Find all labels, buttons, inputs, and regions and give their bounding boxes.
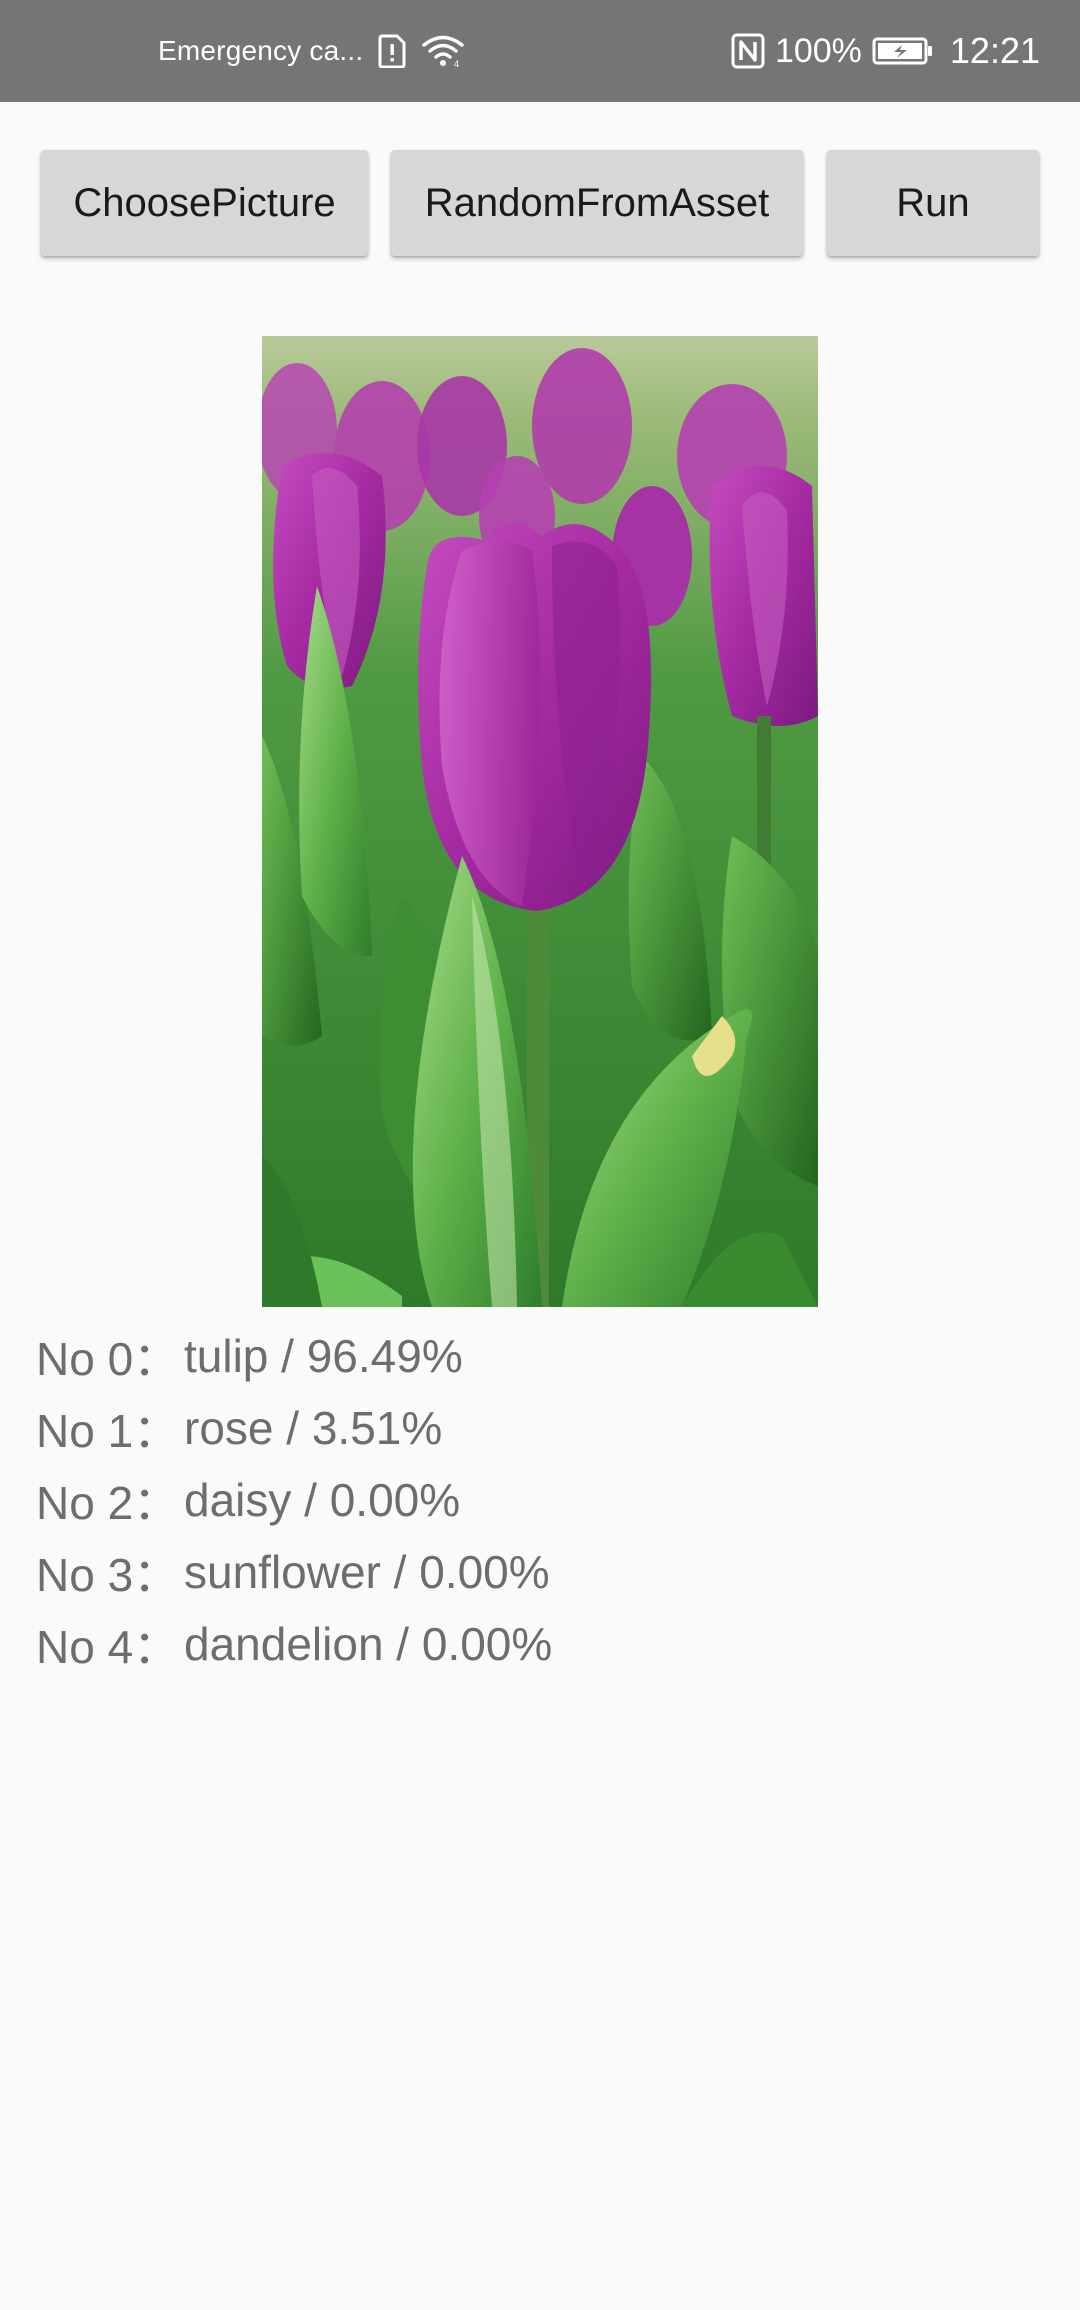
battery-percent: 100% — [774, 31, 862, 70]
battery-charging-icon — [872, 36, 934, 66]
choose-picture-button[interactable]: ChoosePicture — [41, 150, 368, 256]
result-label: daisy / 0.00% — [184, 1474, 461, 1526]
result-rank: No 3： — [36, 1549, 180, 1601]
run-button[interactable]: Run — [827, 150, 1039, 256]
result-label: dandelion / 0.00% — [184, 1618, 553, 1670]
sim-alert-icon — [377, 34, 407, 68]
result-label: sunflower / 0.00% — [184, 1546, 550, 1598]
random-from-asset-button[interactable]: RandomFromAsset — [391, 150, 803, 256]
clock: 12:21 — [949, 30, 1040, 71]
result-rank: No 1： — [36, 1405, 180, 1457]
result-row: No 3： sunflower / 0.00% — [36, 1536, 1036, 1608]
status-right: 100% 12:21 — [731, 0, 1040, 102]
status-bar: Emergency ca... 4 100% 12:21 — [0, 0, 1080, 102]
tulip-image — [262, 336, 818, 1307]
results-list: No 0： tulip / 96.49% No 1： rose / 3.51% … — [36, 1320, 1036, 1680]
result-row: No 0： tulip / 96.49% — [36, 1320, 1036, 1392]
result-row: No 2： daisy / 0.00% — [36, 1464, 1036, 1536]
result-rank: No 0： — [36, 1333, 180, 1385]
result-rank: No 2： — [36, 1477, 180, 1529]
result-rank: No 4： — [36, 1621, 180, 1673]
result-row: No 4： dandelion / 0.00% — [36, 1608, 1036, 1680]
wifi-icon: 4 — [421, 34, 465, 68]
status-left: Emergency ca... 4 — [158, 0, 465, 102]
carrier-text: Emergency ca... — [158, 35, 364, 66]
result-label: rose / 3.51% — [184, 1402, 443, 1454]
result-row: No 1： rose / 3.51% — [36, 1392, 1036, 1464]
nfc-icon — [731, 33, 765, 69]
result-label: tulip / 96.49% — [184, 1330, 463, 1382]
svg-text:4: 4 — [454, 59, 459, 68]
